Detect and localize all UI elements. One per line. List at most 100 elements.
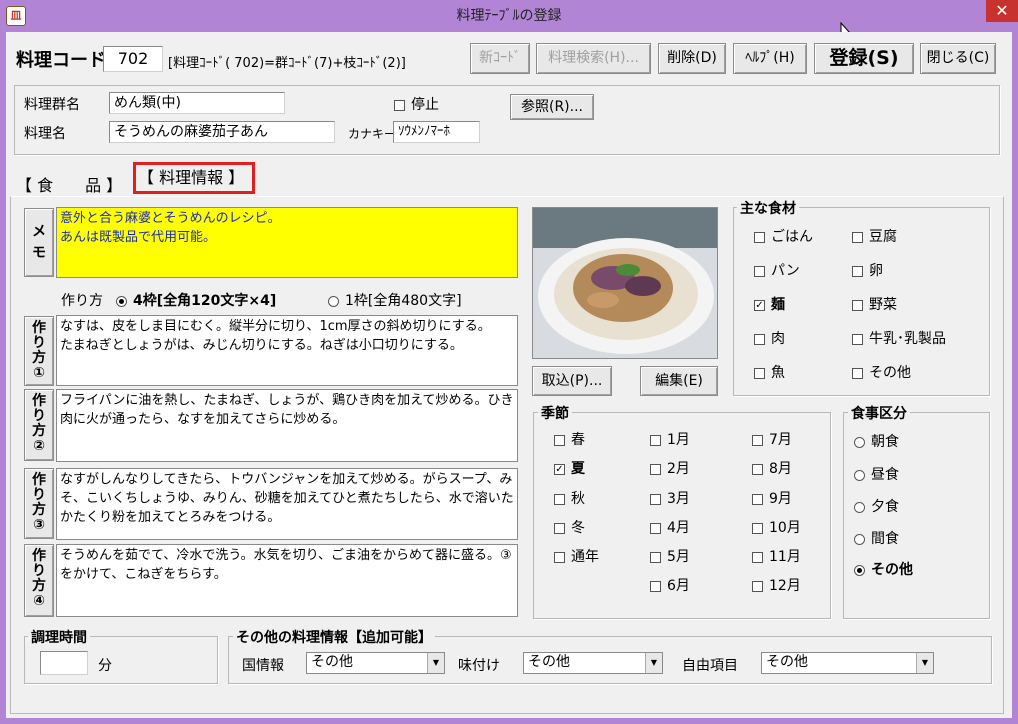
free-item-dropdown-arrow-icon[interactable]: ▼ <box>916 653 933 673</box>
month-6[interactable]: 6月 <box>650 575 690 595</box>
step4-textarea[interactable]: そうめんを茹でて、冷水で洗う。水気を切り、ごま油をからめて器に盛る。③をかけて、… <box>56 544 518 617</box>
month-4-box[interactable] <box>650 522 661 534</box>
ingredient-egg-box[interactable] <box>852 265 863 277</box>
month-12-box[interactable] <box>752 580 763 592</box>
step4-button[interactable]: 作り方④ <box>24 544 54 617</box>
ingredient-tofu[interactable]: 豆腐 <box>852 226 897 246</box>
ingredient-vegetable[interactable]: 野菜 <box>852 294 897 314</box>
month-11[interactable]: 11月 <box>752 546 801 566</box>
ingredient-noodles[interactable]: ✓ 麺 <box>754 294 785 314</box>
season-winter[interactable]: 冬 <box>554 517 585 537</box>
meal-dinner-radio[interactable] <box>854 501 865 513</box>
method-mode-1frame[interactable]: 1枠[全角480文字] <box>328 290 462 310</box>
free-item-select[interactable]: その他 ▼ <box>761 652 934 674</box>
recipe-name-input[interactable]: そうめんの麻婆茄子あん <box>109 121 335 143</box>
season-spring[interactable]: 春 <box>554 429 585 449</box>
flavor-select[interactable]: その他 ▼ <box>523 652 663 674</box>
ingredient-bread-box[interactable] <box>754 265 765 277</box>
step2-textarea[interactable]: フライパンに油を熱し、たまねぎ、しょうが、鶏ひき肉を加えて炒める。ひき肉に火が通… <box>56 389 518 462</box>
month-3-box[interactable] <box>650 493 661 505</box>
method-mode-1frame-radio[interactable] <box>328 295 339 307</box>
close-window-button[interactable]: ✕ <box>986 0 1018 22</box>
meal-other-radio[interactable] <box>854 564 865 576</box>
country-select[interactable]: その他 ▼ <box>306 652 445 674</box>
ingredient-egg[interactable]: 卵 <box>852 260 883 280</box>
season-summer[interactable]: ✓ 夏 <box>554 458 585 478</box>
month-10-box[interactable] <box>752 522 763 534</box>
month-12[interactable]: 12月 <box>752 575 801 595</box>
ingredient-dairy[interactable]: 牛乳･乳製品 <box>852 328 946 348</box>
new-code-button[interactable]: 新ｺｰﾄﾞ <box>470 43 530 74</box>
method-mode-4frame[interactable]: 4枠[全角120文字×4] <box>116 290 276 310</box>
season-all-year-box[interactable] <box>554 551 565 563</box>
cook-time-input[interactable] <box>40 651 88 675</box>
month-9-box[interactable] <box>752 493 763 505</box>
stop-checkbox[interactable]: 停止 <box>394 94 439 114</box>
ingredient-vegetable-box[interactable] <box>852 299 863 311</box>
reference-button[interactable]: 参照(R)... <box>510 94 594 120</box>
help-button[interactable]: ﾍﾙﾌﾟ(H) <box>733 43 807 74</box>
meal-lunch-radio[interactable] <box>854 469 865 481</box>
month-8[interactable]: 8月 <box>752 458 792 478</box>
month-5-box[interactable] <box>650 551 661 563</box>
meal-snack-radio[interactable] <box>854 533 865 545</box>
step3-textarea[interactable]: なすがしんなりしてきたら、トウバンジャンを加えて炒める。がらスープ、みそ、こいく… <box>56 468 518 540</box>
ingredient-fish-box[interactable] <box>754 367 765 379</box>
month-2-box[interactable] <box>650 463 661 475</box>
ingredient-other[interactable]: その他 <box>852 362 911 382</box>
country-dropdown-arrow-icon[interactable]: ▼ <box>427 653 444 673</box>
close-button[interactable]: 閉じる(C) <box>920 43 996 74</box>
memo-button[interactable]: メモ <box>24 208 54 277</box>
meal-breakfast[interactable]: 朝食 <box>854 431 899 451</box>
ingredient-rice-box[interactable] <box>754 231 765 243</box>
season-autumn-box[interactable] <box>554 493 565 505</box>
month-7-box[interactable] <box>752 434 763 446</box>
month-8-box[interactable] <box>752 463 763 475</box>
photo-edit-button[interactable]: 編集(E) <box>640 366 718 396</box>
tab-food[interactable]: 【 食 品 】 <box>16 172 122 196</box>
season-all-year[interactable]: 通年 <box>554 546 599 566</box>
register-button[interactable]: 登録(S) <box>814 43 914 74</box>
meal-snack[interactable]: 間食 <box>854 528 899 548</box>
month-3[interactable]: 3月 <box>650 488 690 508</box>
method-mode-4frame-radio[interactable] <box>116 295 127 307</box>
season-autumn[interactable]: 秋 <box>554 488 585 508</box>
group-name-input[interactable]: めん類(中) <box>109 92 285 114</box>
meal-lunch[interactable]: 昼食 <box>854 464 899 484</box>
stop-checkbox-box[interactable] <box>394 99 405 111</box>
ingredient-dairy-box[interactable] <box>852 333 863 345</box>
code-input[interactable]: 702 <box>103 46 163 72</box>
month-1-box[interactable] <box>650 434 661 446</box>
month-10[interactable]: 10月 <box>752 517 801 537</box>
month-9[interactable]: 9月 <box>752 488 792 508</box>
month-7[interactable]: 7月 <box>752 429 792 449</box>
ingredient-bread[interactable]: パン <box>754 260 800 280</box>
season-summer-box[interactable]: ✓ <box>554 463 565 475</box>
month-4[interactable]: 4月 <box>650 517 690 537</box>
memo-textarea[interactable]: 意外と合う麻婆とそうめんのレシピ。 あんは既製品で代用可能。 <box>56 207 518 278</box>
ingredient-tofu-box[interactable] <box>852 231 863 243</box>
ingredient-other-box[interactable] <box>852 367 863 379</box>
photo-import-button[interactable]: 取込(P)... <box>532 366 612 396</box>
flavor-dropdown-arrow-icon[interactable]: ▼ <box>645 653 662 673</box>
tab-recipe-info[interactable]: 【 料理情報 】 <box>133 162 255 194</box>
step2-button[interactable]: 作り方② <box>24 389 54 461</box>
recipe-search-button[interactable]: 料理検索(H)... <box>536 43 651 74</box>
month-5[interactable]: 5月 <box>650 546 690 566</box>
step3-button[interactable]: 作り方③ <box>24 468 54 539</box>
step1-textarea[interactable]: なすは、皮をしま目にむく。縦半分に切り、1cm厚さの斜め切りにする。 たまねぎと… <box>56 315 518 386</box>
ingredient-noodles-box[interactable]: ✓ <box>754 299 765 311</box>
ingredient-meat[interactable]: 肉 <box>754 328 785 348</box>
ingredient-rice[interactable]: ごはん <box>754 226 813 246</box>
meal-breakfast-radio[interactable] <box>854 436 865 448</box>
month-1[interactable]: 1月 <box>650 429 690 449</box>
meal-dinner[interactable]: 夕食 <box>854 496 899 516</box>
ingredient-meat-box[interactable] <box>754 333 765 345</box>
month-11-box[interactable] <box>752 551 763 563</box>
kana-key-input[interactable]: ｿｳﾒﾝﾉﾏｰﾎ <box>393 121 480 143</box>
month-6-box[interactable] <box>650 580 661 592</box>
season-winter-box[interactable] <box>554 522 565 534</box>
ingredient-fish[interactable]: 魚 <box>754 362 785 382</box>
meal-other[interactable]: その他 <box>854 559 913 579</box>
delete-button[interactable]: 削除(D) <box>658 43 726 74</box>
